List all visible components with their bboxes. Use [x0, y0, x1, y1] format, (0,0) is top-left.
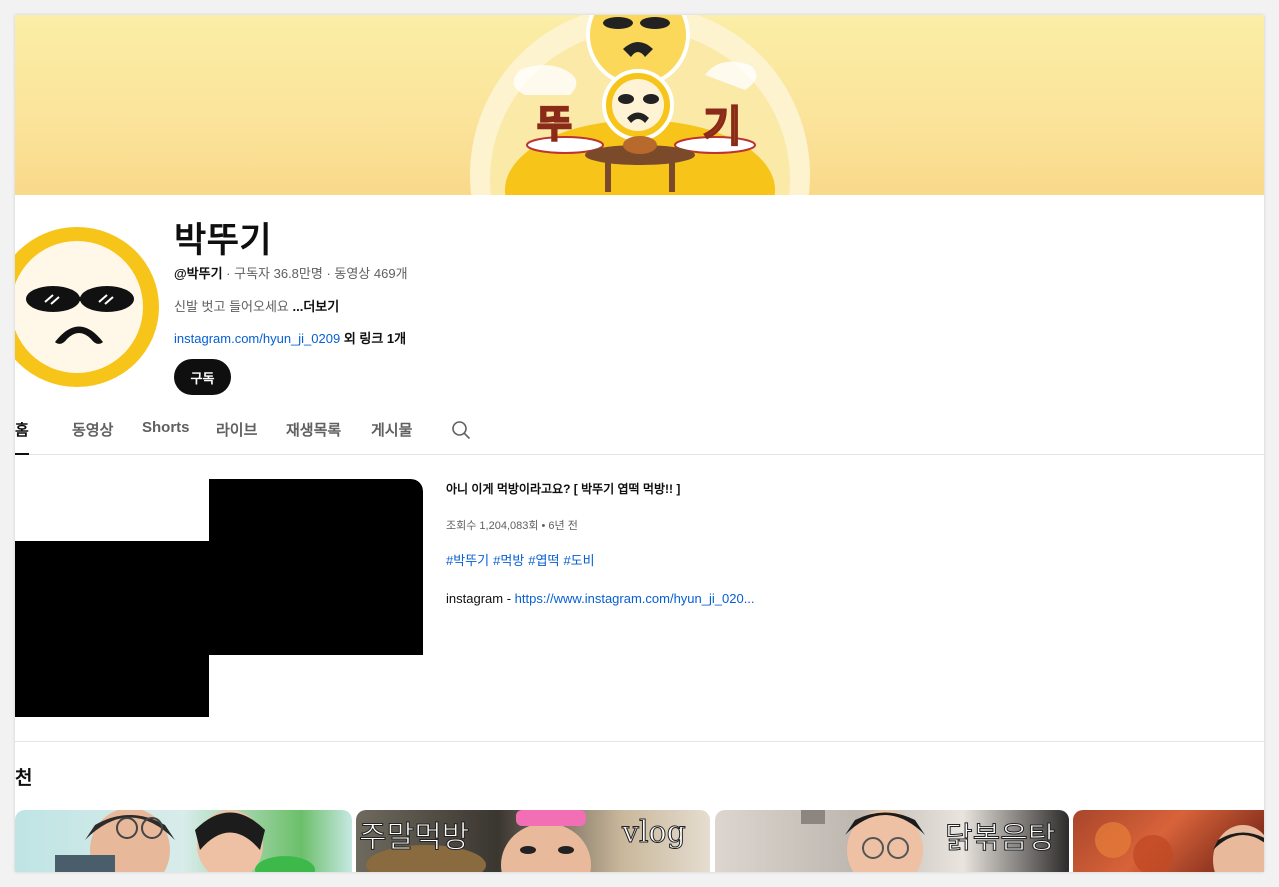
section-divider [15, 741, 1264, 742]
channel-name: 박뚜기 [174, 221, 273, 260]
more-links[interactable]: 외 링크 1개 [340, 331, 406, 346]
video-card[interactable] [1073, 810, 1264, 872]
featured-instagram: instagram - https://www.instagram.com/hy… [446, 591, 755, 606]
video-card[interactable] [15, 810, 352, 872]
channel-links: instagram.com/hyun_ji_0209 외 링크 1개 [174, 328, 406, 347]
video-card[interactable]: 주말먹방 vlog [356, 810, 710, 872]
featured-tags: #박뚜기 #먹방 #엽떡 #도비 [446, 550, 599, 569]
thumbnail-image [55, 810, 315, 872]
channel-tabs: 홈 동영상 Shorts 라이브 재생목록 게시물 [15, 408, 1264, 455]
more-link[interactable]: ...더보기 [292, 299, 339, 314]
channel-stats: · 구독자 36.8만명 · 동영상 469개 [222, 266, 408, 281]
featured-title[interactable]: 아니 이게 먹방이라고요? [ 박뚜기 엽떡 먹방!! ] [446, 480, 680, 497]
subscribe-button[interactable]: 구독 [174, 359, 231, 395]
featured-views: 조회수 1,204,083회 • 6년 전 [446, 520, 578, 532]
tab-posts[interactable]: 게시물 [371, 419, 412, 453]
section-title: 천 [15, 768, 33, 789]
channel-page: 뚜 기 박뚜기 @박뚜기 · 구독자 36.8만명 · 동영상 469개 신발 … [15, 15, 1264, 872]
banner-art [470, 15, 810, 195]
banner-text-right: 기 [702, 102, 743, 151]
search-icon[interactable] [451, 420, 471, 440]
thumbnail-overlay-text: 닭볶음탕 [944, 821, 1056, 857]
instagram-link[interactable]: instagram.com/hyun_ji_0209 [174, 331, 340, 346]
video-card[interactable]: 닭볶음탕 [715, 810, 1069, 872]
avatar-face-icon [15, 241, 143, 373]
hashtag-link[interactable]: #먹방 [493, 553, 524, 568]
thumbnail-image [1095, 822, 1264, 872]
tab-home[interactable]: 홈 [15, 419, 29, 455]
channel-handle: @박뚜기 [174, 266, 223, 281]
channel-avatar[interactable] [15, 227, 159, 387]
banner-text-left: 뚜 [536, 103, 573, 147]
tab-shorts[interactable]: Shorts [142, 419, 190, 453]
tab-playlists[interactable]: 재생목록 [286, 419, 341, 453]
thumbnail-overlay-text: vlog [622, 815, 687, 851]
channel-banner: 뚜 기 [15, 15, 1264, 195]
hashtag-link[interactable]: #박뚜기 [446, 553, 489, 568]
channel-meta: @박뚜기 · 구독자 36.8만명 · 동영상 469개 [174, 263, 408, 282]
tab-live[interactable]: 라이브 [216, 419, 257, 453]
thumbnail-overlay-text: 주말먹방 [358, 820, 470, 856]
hashtag-link[interactable]: #도비 [563, 553, 594, 568]
description-text: 신발 벗고 들어오세요 [174, 299, 293, 314]
featured-video-player[interactable] [15, 479, 423, 717]
tab-videos[interactable]: 동영상 [72, 419, 113, 453]
instagram-url-link[interactable]: https://www.instagram.com/hyun_ji_020... [515, 591, 755, 606]
hashtag-link[interactable]: #엽떡 [528, 553, 559, 568]
channel-description[interactable]: 신발 벗고 들어오세요 ...더보기 [174, 296, 339, 315]
video-frame-block [209, 479, 423, 655]
instagram-label: instagram - [446, 591, 515, 606]
video-frame-block [209, 655, 423, 717]
video-frame-block [15, 541, 209, 717]
